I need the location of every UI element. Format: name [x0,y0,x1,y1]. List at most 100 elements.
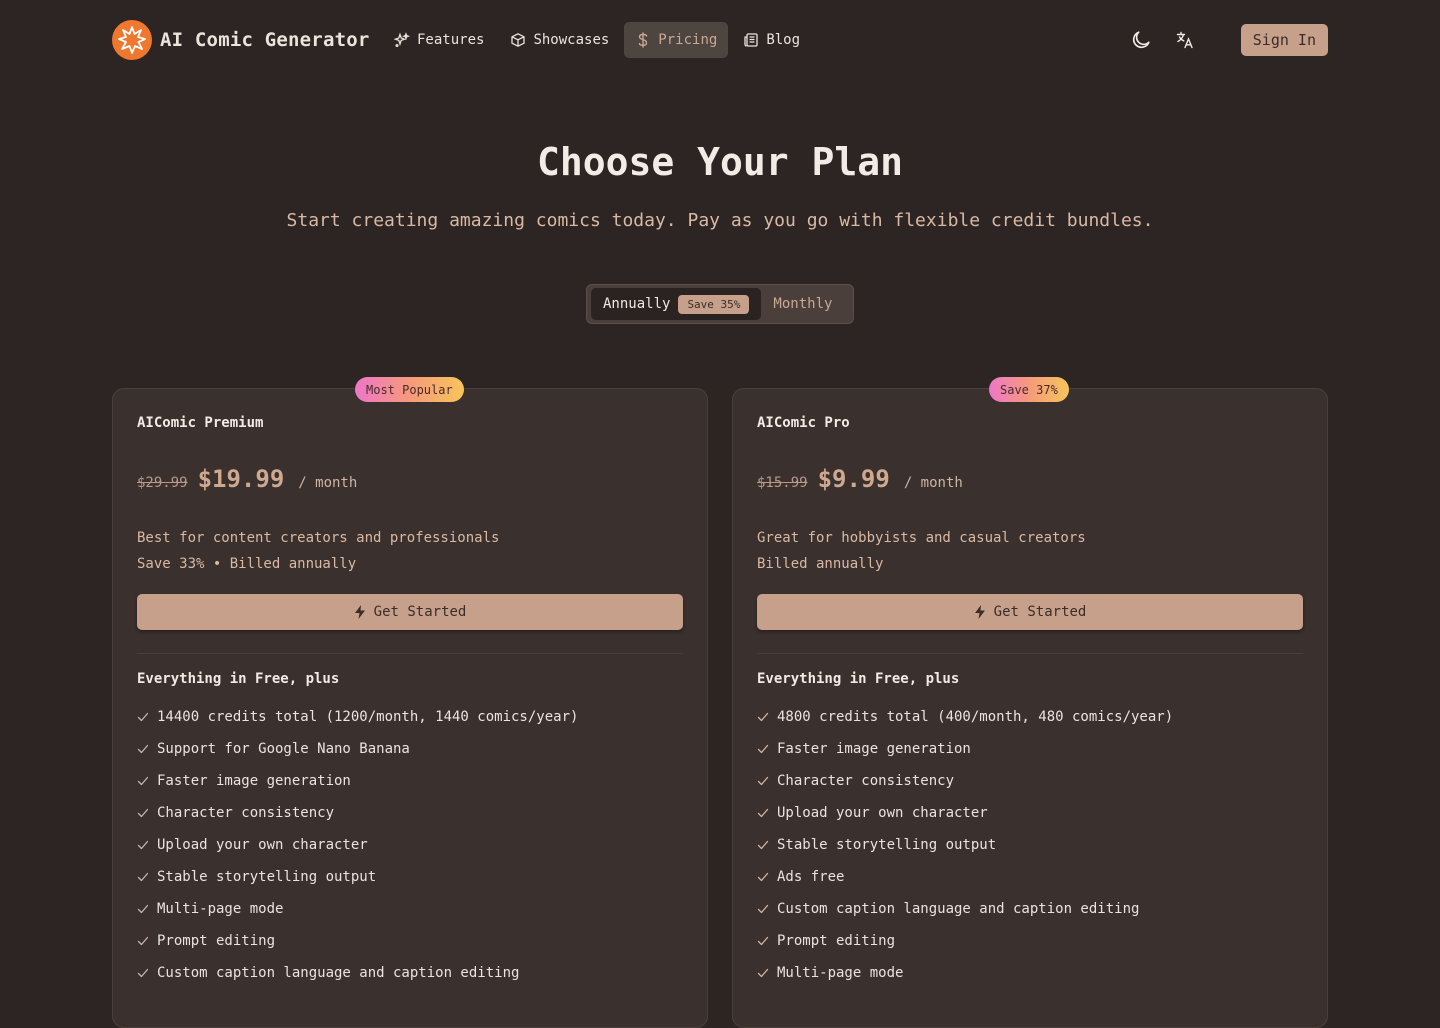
feature-item: Faster image generation [757,733,1173,765]
plan-tagline: Best for content creators and profession… [137,530,500,546]
check-icon [757,872,769,882]
sign-in-button[interactable]: Sign In [1240,24,1328,56]
feature-text: Ads free [777,869,845,885]
billing-monthly-option[interactable]: Monthly [761,296,844,312]
divider [137,653,683,654]
feature-text: Multi-page mode [777,965,904,981]
feature-text: Upload your own character [157,837,368,853]
original-price: $29.99 [137,475,188,491]
save-percent-badge: Save 37% [989,377,1069,402]
feature-text: Support for Google Nano Banana [157,741,410,757]
feature-text: Character consistency [157,805,335,821]
feature-item: Custom caption language and caption edit… [757,893,1173,925]
nav-actions: Sign In [1125,24,1328,56]
nav-link-label: Showcases [533,32,610,48]
feature-text: Faster image generation [777,741,971,757]
check-icon [757,840,769,850]
plan-name: AIComic Premium [137,415,264,431]
feature-list: 14400 credits total (1200/month, 1440 co… [137,701,578,989]
feature-item: Character consistency [137,797,578,829]
plan-description: Best for content creators and profession… [137,525,499,577]
divider [757,653,1303,654]
billing-note: Save 33% • Billed annually [137,556,357,572]
feature-item: Upload your own character [137,829,578,861]
theme-toggle-button[interactable] [1125,24,1157,56]
nav-link-label: Blog [766,32,801,48]
nav-link-pricing[interactable]: Pricing [624,22,729,58]
features-heading: Everything in Free, plus [757,671,960,687]
feature-item: Stable storytelling output [757,829,1173,861]
feature-text: Prompt editing [777,933,896,949]
current-price: $9.99 [817,465,890,493]
nav-link-features[interactable]: Features [383,22,495,58]
check-icon [757,744,769,754]
language-button[interactable] [1169,24,1201,56]
feature-item: Multi-page mode [757,957,1173,989]
check-icon [137,968,149,978]
feature-text: Character consistency [777,773,955,789]
get-started-button[interactable]: Get Started [137,594,683,630]
billing-note: Billed annually [757,556,884,572]
price-row: $29.99 $19.99 / month [137,465,357,493]
brand-name: AI Comic Generator [160,29,370,51]
feature-list: 4800 credits total (400/month, 480 comic… [757,701,1173,989]
price-row: $15.99 $9.99 / month [757,465,963,493]
plan-card-pro: Save 37% AIComic Pro $15.99 $9.99 / mont… [732,377,1328,1028]
feature-item: Faster image generation [137,765,578,797]
page-title: Choose Your Plan [536,140,904,184]
nav-link-label: Pricing [658,32,718,48]
feature-item: 4800 credits total (400/month, 480 comic… [757,701,1173,733]
check-icon [137,872,149,882]
check-icon [137,840,149,850]
plan-card-premium: Most Popular AIComic Premium $29.99 $19.… [112,377,708,1028]
price-unit: / month [298,475,358,491]
feature-item: Ads free [757,861,1173,893]
current-price: $19.99 [197,465,285,493]
feature-text: 14400 credits total (1200/month, 1440 co… [157,709,579,725]
feature-item: Stable storytelling output [137,861,578,893]
billing-annually-option[interactable]: Annually Save 35% [591,288,762,320]
most-popular-badge: Most Popular [355,377,464,402]
feature-item: 14400 credits total (1200/month, 1440 co… [137,701,578,733]
check-icon [757,808,769,818]
feature-text: Custom caption language and caption edit… [157,965,520,981]
brand[interactable]: AI Comic Generator [112,20,370,60]
check-icon [137,936,149,946]
brand-logo-icon [112,20,152,60]
nav-link-showcases[interactable]: Showcases [499,22,620,58]
price-unit: / month [903,475,963,491]
feature-item: Custom caption language and caption edit… [137,957,578,989]
feature-item: Prompt editing [757,925,1173,957]
feature-text: Stable storytelling output [157,869,377,885]
get-started-label: Get Started [993,604,1087,620]
top-nav: AI Comic Generator Features Showcases Pr… [0,0,1440,80]
sparkles-icon [394,32,410,48]
feature-item: Multi-page mode [137,893,578,925]
translate-icon [1176,31,1193,49]
feature-item: Prompt editing [137,925,578,957]
dollar-icon [639,32,648,48]
original-price: $15.99 [757,475,808,491]
feature-item: Support for Google Nano Banana [137,733,578,765]
feature-text: Faster image generation [157,773,351,789]
check-icon [137,744,149,754]
get-started-button[interactable]: Get Started [757,594,1303,630]
billing-annually-label: Annually [603,296,671,312]
lightning-icon [974,605,985,619]
check-icon [137,808,149,818]
check-icon [137,904,149,914]
feature-text: Upload your own character [777,805,988,821]
get-started-label: Get Started [373,604,467,620]
check-icon [137,776,149,786]
lightning-icon [354,605,365,619]
plan-name: AIComic Pro [757,415,850,431]
nav-link-blog[interactable]: Blog [732,22,811,58]
feature-item: Upload your own character [757,797,1173,829]
feature-text: Prompt editing [157,933,276,949]
box-icon [511,33,526,47]
feature-text: Multi-page mode [157,901,284,917]
check-icon [757,968,769,978]
moon-icon [1132,31,1150,49]
plan-description: Great for hobbyists and casual creators … [757,525,1086,577]
feature-text: 4800 credits total (400/month, 480 comic… [777,709,1174,725]
